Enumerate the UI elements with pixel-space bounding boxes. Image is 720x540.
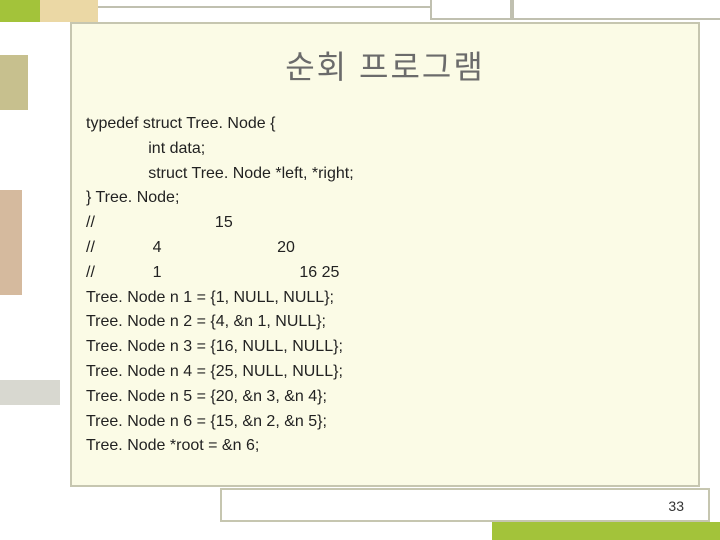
content-card: 순회 프로그램 typedef struct Tree. Node { int …: [70, 22, 700, 487]
code-block: typedef struct Tree. Node { int data; st…: [86, 112, 354, 459]
decor-top-line: [98, 0, 430, 8]
page-number: 33: [668, 498, 684, 514]
decor-top-yellow: [40, 0, 98, 22]
decor-left-olive: [0, 55, 28, 110]
decor-top-green: [0, 0, 40, 22]
decor-left-tan: [0, 190, 22, 295]
decor-top-box-2: [512, 0, 720, 20]
decor-top-box-1: [430, 0, 512, 20]
slide-title: 순회 프로그램: [72, 42, 698, 88]
slide: 순회 프로그램 typedef struct Tree. Node { int …: [0, 0, 720, 540]
decor-bottom-olive: [492, 522, 720, 540]
decor-left-gray: [0, 380, 60, 405]
decor-bottom-box: [220, 488, 710, 522]
